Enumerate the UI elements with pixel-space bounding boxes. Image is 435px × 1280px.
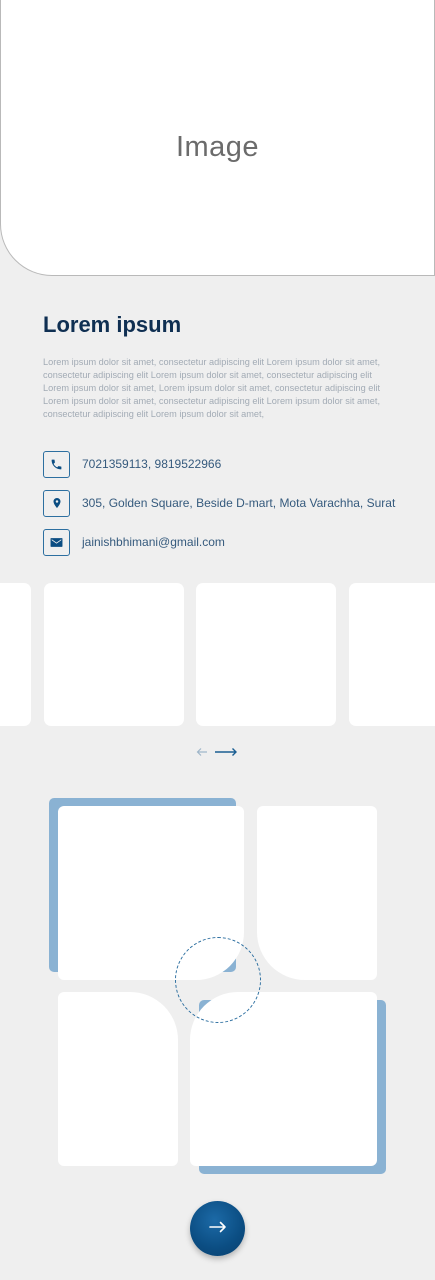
carousel-card[interactable] bbox=[196, 583, 336, 726]
contact-address[interactable]: 305, Golden Square, Beside D-mart, Mota … bbox=[43, 488, 395, 518]
location-pin-icon bbox=[43, 489, 70, 517]
gallery-tile[interactable] bbox=[58, 992, 178, 1166]
arrow-right-icon[interactable] bbox=[214, 744, 238, 762]
arrow-right-icon bbox=[208, 1220, 227, 1238]
mail-icon bbox=[43, 528, 70, 556]
arrow-left-icon[interactable] bbox=[196, 744, 208, 762]
carousel-controls bbox=[196, 744, 238, 762]
next-button[interactable] bbox=[190, 1201, 245, 1256]
hero-image-label: Image bbox=[175, 131, 260, 163]
contact-phone-text: 7021359113, 9819522966 bbox=[82, 457, 222, 471]
phone-icon bbox=[43, 450, 70, 478]
contact-email-text: jainishbhimani@gmail.com bbox=[82, 535, 225, 549]
contact-phone[interactable]: 7021359113, 9819522966 bbox=[43, 449, 221, 479]
center-dashed-circle bbox=[175, 937, 261, 1023]
page-title: Lorem ipsum bbox=[43, 312, 182, 337]
profile-description: Lorem ipsum dolor sit amet, consectetur … bbox=[43, 357, 381, 419]
gallery-tile[interactable] bbox=[257, 806, 377, 980]
contact-address-text: 305, Golden Square, Beside D-mart, Mota … bbox=[82, 496, 396, 510]
contact-email[interactable]: jainishbhimani@gmail.com bbox=[43, 527, 225, 557]
carousel-card[interactable] bbox=[44, 583, 184, 726]
hero-image-placeholder: Image bbox=[0, 0, 435, 276]
carousel-card[interactable] bbox=[0, 583, 31, 726]
carousel-card[interactable] bbox=[349, 583, 435, 726]
